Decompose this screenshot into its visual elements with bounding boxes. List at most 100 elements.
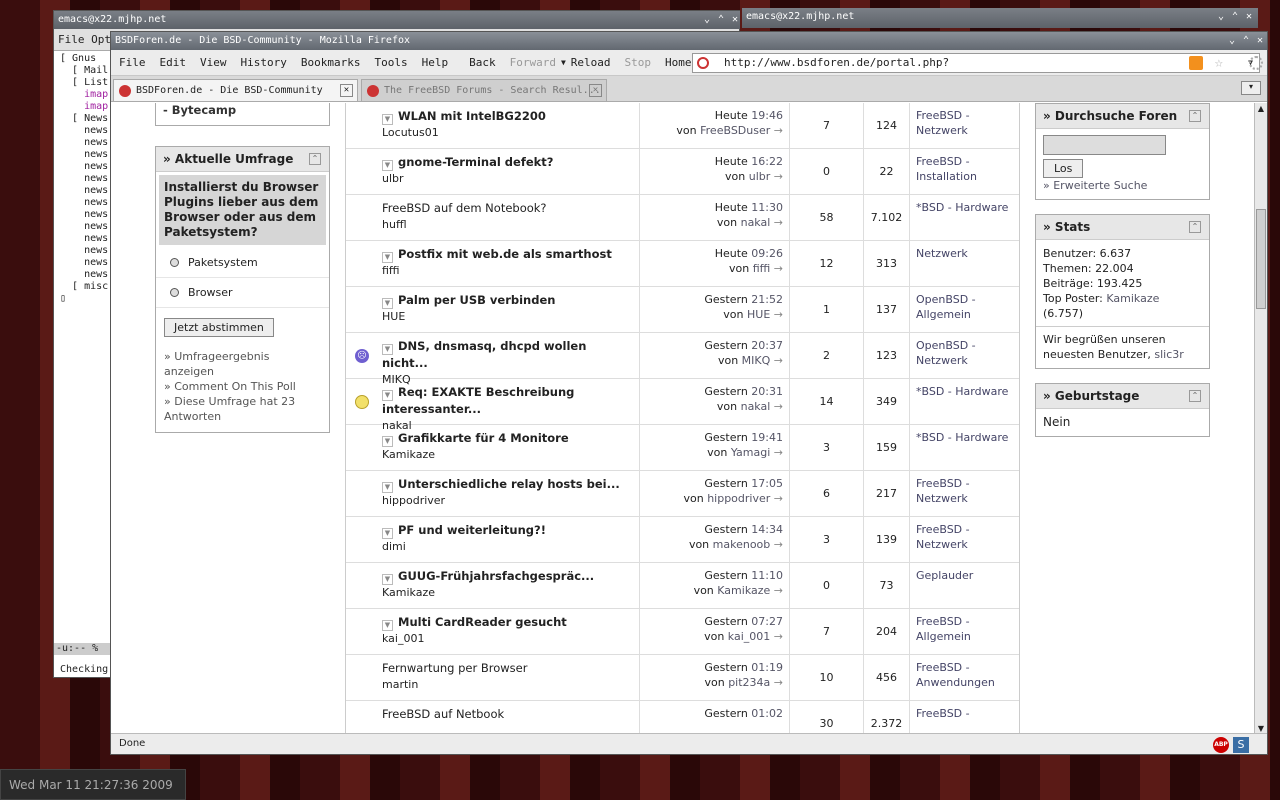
last-post-time[interactable]: 20:37 [751,339,783,352]
scroll-thumb[interactable] [1256,209,1266,309]
forum-link[interactable]: Netzwerk [910,241,1019,286]
gnus-line[interactable]: news. [60,269,114,281]
topic-title-link[interactable]: Req: EXAKTE Beschreibung interessanter..… [382,385,574,416]
newest-user-link[interactable]: slic3r [1154,348,1183,361]
last-post-time[interactable]: 11:10 [751,569,783,582]
last-post-time[interactable]: 17:05 [751,477,783,490]
gnus-line[interactable]: news. [60,185,114,197]
topic-author[interactable]: Kamikaze [382,585,635,601]
goto-last-post-icon[interactable]: → [774,262,783,275]
collapse-icon[interactable]: ⌃ [1189,390,1201,402]
gnus-group-buffer[interactable]: [ Gnus [ Mail [ List imap. imap. [ News … [60,53,114,305]
gnus-line[interactable]: news. [60,173,114,185]
topic-arrow-icon[interactable]: ▼ [382,482,393,493]
vote-button[interactable]: Jetzt abstimmen [164,318,274,337]
topic-arrow-icon[interactable]: ▼ [382,160,393,171]
search-input[interactable] [1043,135,1166,155]
last-poster-link[interactable]: Yamagi [731,446,770,459]
gnus-line[interactable]: [ News [60,113,114,125]
forum-link[interactable]: FreeBSD - Netzwerk [910,471,1019,516]
last-post-time[interactable]: 01:02 [751,707,783,720]
topic-author[interactable]: kai_001 [382,631,635,647]
goto-last-post-icon[interactable]: → [774,446,783,459]
gnus-line[interactable]: news. [60,233,114,245]
topic-arrow-icon[interactable]: ▼ [382,620,393,631]
top-poster-link[interactable]: Kamikaze [1106,292,1159,305]
last-poster-link[interactable]: nakal [741,216,771,229]
gnus-line[interactable]: news. [60,125,114,137]
gnus-line[interactable]: imap. [60,101,114,113]
advanced-search-link[interactable]: » Erweiterte Suche [1043,178,1202,193]
forum-link[interactable]: OpenBSD - Allgemein [910,287,1019,332]
menu-file[interactable]: File [119,56,146,69]
last-poster-link[interactable]: HUE [747,308,770,321]
emacs-window-top[interactable]: emacs@x22.mjhp.net ⌄ ⌃ ✕ [742,8,1258,28]
goto-last-post-icon[interactable]: → [774,538,783,551]
menu-tools[interactable]: Tools [374,56,407,69]
bookmark-star-icon[interactable]: ☆ [1215,54,1223,72]
url-bar[interactable]: http://www.bsdforen.de/portal.php? ☆ ▼ [692,53,1260,73]
topic-author[interactable]: dimi [382,539,635,555]
tab-close-icon[interactable]: ✕ [340,84,353,97]
menu-view[interactable]: View [200,56,227,69]
tab-freebsd-forums[interactable]: The FreeBSD Forums - Search Resul... ✕ [361,79,607,101]
goto-last-post-icon[interactable]: → [774,308,783,321]
home-button[interactable]: Home [665,56,692,69]
gnus-line[interactable]: [ misc [60,281,114,293]
gnus-line[interactable]: news. [60,161,114,173]
topic-title-link[interactable]: Postfix mit web.de als smarthost [398,247,612,261]
topic-author[interactable]: martin [382,677,635,693]
emacs-back-titlebar[interactable]: emacs@x22.mjhp.net ⌄ ⌃ ✕ [54,11,740,29]
goto-last-post-icon[interactable]: → [774,584,783,597]
last-post-time[interactable]: 11:30 [751,201,783,214]
topic-title-link[interactable]: GUUG-Frühjahrsfachgespräc... [398,569,594,583]
forum-link[interactable]: FreeBSD - Netzwerk [910,103,1019,148]
goto-last-post-icon[interactable]: → [774,400,783,413]
last-poster-link[interactable]: hippodriver [707,492,770,505]
menu-history[interactable]: History [241,56,287,69]
last-post-time[interactable]: 16:22 [751,155,783,168]
forum-link[interactable]: OpenBSD - Netzwerk [910,333,1019,378]
last-post-time[interactable]: 14:34 [751,523,783,536]
goto-last-post-icon[interactable]: → [774,216,783,229]
forum-link[interactable]: FreeBSD - [910,701,1019,735]
topic-title-link[interactable]: FreeBSD auf dem Notebook? [382,201,547,215]
menu-help[interactable]: Help [422,56,449,69]
goto-last-post-icon[interactable]: → [774,492,783,505]
bytecamp-link[interactable]: - Bytecamp [163,103,236,117]
vertical-scrollbar[interactable]: ▲ ▼ [1254,103,1267,735]
goto-last-post-icon[interactable]: → [774,676,783,689]
last-post-time[interactable]: 07:27 [751,615,783,628]
forum-link[interactable]: *BSD - Hardware [910,195,1019,240]
last-post-time[interactable]: 01:19 [751,661,783,674]
topic-arrow-icon[interactable]: ▼ [382,252,393,263]
topic-title-link[interactable]: WLAN mit IntelBG2200 [398,109,546,123]
last-poster-link[interactable]: kai_001 [728,630,770,643]
firefox-titlebar[interactable]: BSDForen.de - Die BSD-Community - Mozill… [111,32,1267,50]
poll-option-paketsystem[interactable]: Paketsystem [156,248,329,278]
topic-title-link[interactable]: PF und weiterleitung?! [398,523,546,537]
topic-arrow-icon[interactable]: ▼ [382,298,393,309]
topic-title-link[interactable]: FreeBSD auf Netbook [382,707,504,721]
topic-title-link[interactable]: Unterschiedliche relay hosts bei... [398,477,620,491]
close-icon[interactable]: ✕ [728,11,742,29]
minimize-icon[interactable]: ⌄ [1214,8,1228,26]
goto-last-post-icon[interactable]: → [774,124,783,137]
forum-link[interactable]: *BSD - Hardware [910,425,1019,470]
topic-title-link[interactable]: gnome-Terminal defekt? [398,155,553,169]
minimize-icon[interactable]: ⌄ [700,11,714,29]
s-addon-icon[interactable]: S [1233,737,1249,753]
forum-link[interactable]: FreeBSD - Anwendungen [910,655,1019,700]
last-post-time[interactable]: 09:26 [751,247,783,260]
topic-author[interactable]: hippodriver [382,493,635,509]
forum-link[interactable]: FreeBSD - Installation [910,149,1019,194]
topic-arrow-icon[interactable]: ▼ [382,574,393,585]
radio-icon[interactable] [170,288,179,297]
topic-author[interactable]: ulbr [382,171,635,187]
menu-bookmarks[interactable]: Bookmarks [301,56,361,69]
last-poster-link[interactable]: pit234a [728,676,770,689]
last-poster-link[interactable]: ulbr [749,170,771,183]
poll-answers-link[interactable]: » Diese Umfrage hat 23 Antworten [164,394,321,424]
gnus-line[interactable]: news. [60,245,114,257]
forward-dropdown-icon[interactable]: ▼ [561,58,566,67]
